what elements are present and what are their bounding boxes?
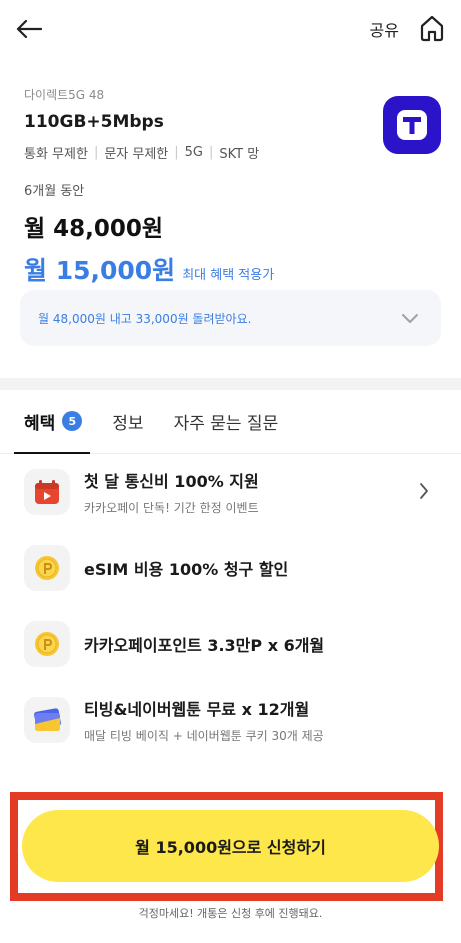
ticket-card-icon	[34, 708, 61, 731]
plan-tag-carrier: SKT 망	[219, 147, 260, 162]
monthly-price: 월 48,000원	[24, 216, 164, 242]
point-coin-icon	[35, 632, 59, 656]
benefit-item-esim[interactable]: eSIM 비용 100% 청구 할인	[0, 530, 461, 606]
tag-separator: |	[174, 145, 179, 160]
tab-faq[interactable]: 자주 묻는 질문	[174, 389, 279, 453]
benefit-title: eSIM 비용 100% 청구 할인	[84, 560, 289, 579]
chevron-right-icon	[420, 483, 428, 499]
plan-tag-sms: 문자 무제한	[104, 147, 169, 162]
home-button[interactable]	[419, 14, 445, 42]
tab-faq-label: 자주 묻는 질문	[173, 413, 279, 434]
benefit-text: eSIM 비용 100% 청구 할인	[84, 556, 288, 580]
plan-name: 110GB+5Mbps	[24, 112, 164, 132]
carrier-logo	[383, 96, 441, 154]
benefit-price-note: 최대 혜택 적용가	[182, 268, 275, 283]
refund-info-toggle[interactable]: 월 48,000원 내고 33,000원 돌려받아요.	[20, 290, 441, 346]
share-button[interactable]: 공유	[370, 17, 399, 41]
benefit-icon-box	[24, 469, 70, 515]
benefit-count-badge: 5	[62, 411, 83, 431]
back-button[interactable]	[14, 14, 44, 44]
benefit-text: 카카오페이포인트 3.3만P x 6개월	[84, 632, 324, 656]
apply-button[interactable]: 월 15,000원으로 신청하기	[22, 810, 439, 882]
benefit-price: 월 15,000원	[24, 256, 176, 285]
refund-text: 월 48,000원 내고 33,000원 돌려받아요.	[38, 311, 252, 326]
price-period: 6개월 동안	[24, 184, 85, 199]
tag-separator: |	[93, 145, 99, 160]
tab-benefits-label: 혜택	[24, 413, 56, 434]
benefit-title: 첫 달 통신비 100% 지원	[84, 472, 259, 491]
benefit-list: 첫 달 통신비 100% 지원 카카오페이 단독! 기간 한정 이벤트 eSIM…	[0, 454, 461, 758]
benefit-price-row: 월 15,000원 최대 혜택 적용가	[24, 251, 441, 287]
home-icon	[420, 15, 444, 42]
benefit-text: 첫 달 통신비 100% 지원 카카오페이 단독! 기간 한정 이벤트	[84, 468, 259, 516]
carrier-t-logo-icon	[397, 110, 427, 140]
arrow-left-icon	[16, 19, 42, 39]
benefit-description: 매달 티빙 베이직 + 네이버웹툰 쿠키 30개 제공	[84, 729, 324, 743]
benefit-item-tving-webtoon[interactable]: 티빙&네이버웹툰 무료 x 12개월 매달 티빙 베이직 + 네이버웹툰 쿠키 …	[0, 682, 461, 758]
activation-notice: 걱정마세요! 개통은 신청 후에 진행돼요.	[138, 907, 323, 920]
benefit-title: 티빙&네이버웹툰 무료 x 12개월	[84, 700, 310, 719]
benefit-text: 티빙&네이버웹툰 무료 x 12개월 매달 티빙 베이직 + 네이버웹툰 쿠키 …	[84, 696, 324, 744]
price-section: 6개월 동안 월 48,000원 월 15,000원 최대 혜택 적용가	[24, 180, 441, 287]
benefit-icon-box	[24, 545, 70, 591]
plan-tag-call: 통화 무제한	[24, 147, 88, 162]
benefit-icon-box	[24, 621, 70, 667]
benefit-item-first-month[interactable]: 첫 달 통신비 100% 지원 카카오페이 단독! 기간 한정 이벤트	[0, 454, 461, 530]
tab-bar: 혜택 5 정보 자주 묻는 질문	[0, 390, 461, 454]
plan-info: 다이렉트5G 48 110GB+5Mbps 통화 무제한 | 문자 무제한 | …	[24, 86, 441, 162]
benefit-item-kakaopay-point[interactable]: 카카오페이포인트 3.3만P x 6개월	[0, 606, 461, 682]
tab-benefits[interactable]: 혜택 5	[13, 389, 91, 454]
benefit-icon-box	[24, 697, 70, 743]
video-calendar-icon	[35, 480, 59, 504]
benefit-title: 카카오페이포인트 3.3만P x 6개월	[84, 636, 325, 655]
chevron-down-icon	[402, 314, 418, 323]
plan-subtitle: 다이렉트5G 48	[24, 88, 105, 102]
tab-info-label: 정보	[112, 413, 144, 434]
plan-tags: 통화 무제한 | 문자 무제한 | 5G | SKT 망	[24, 143, 441, 162]
plan-tag-network: 5G	[184, 145, 204, 160]
tag-separator: |	[209, 145, 214, 160]
tab-info[interactable]: 정보	[112, 389, 143, 453]
top-bar: 공유	[0, 0, 461, 60]
benefit-description: 카카오페이 단독! 기간 한정 이벤트	[84, 501, 259, 515]
point-coin-icon	[35, 556, 59, 580]
